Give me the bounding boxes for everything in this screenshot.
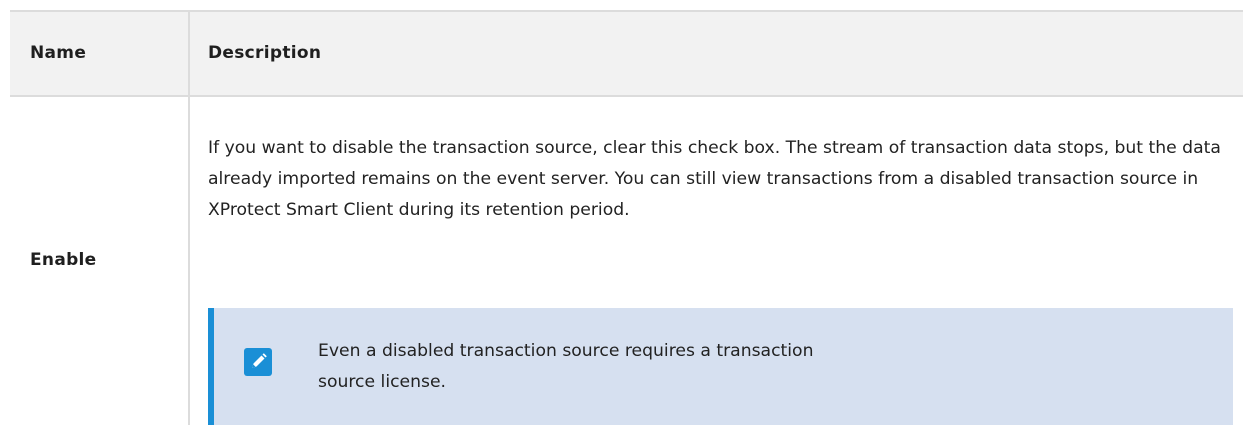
column-divider xyxy=(188,97,190,425)
pencil-icon xyxy=(244,348,272,376)
note-text: Even a disabled transaction source requi… xyxy=(318,341,814,392)
pencil-icon-graphic xyxy=(252,353,267,368)
note-callout: Even a disabled transaction source requi… xyxy=(208,308,1233,425)
row-description-cell: If you want to disable the transaction s… xyxy=(208,138,1221,220)
column-header-name: Name xyxy=(30,43,87,63)
column-divider xyxy=(188,12,190,95)
column-header-description: Description xyxy=(208,43,322,63)
parameter-table: Name Description Enable If you want to d… xyxy=(10,10,1243,425)
row-name-cell: Enable xyxy=(30,250,97,270)
table-row: Enable If you want to disable the transa… xyxy=(10,97,1243,425)
table-header-row: Name Description xyxy=(10,10,1243,97)
